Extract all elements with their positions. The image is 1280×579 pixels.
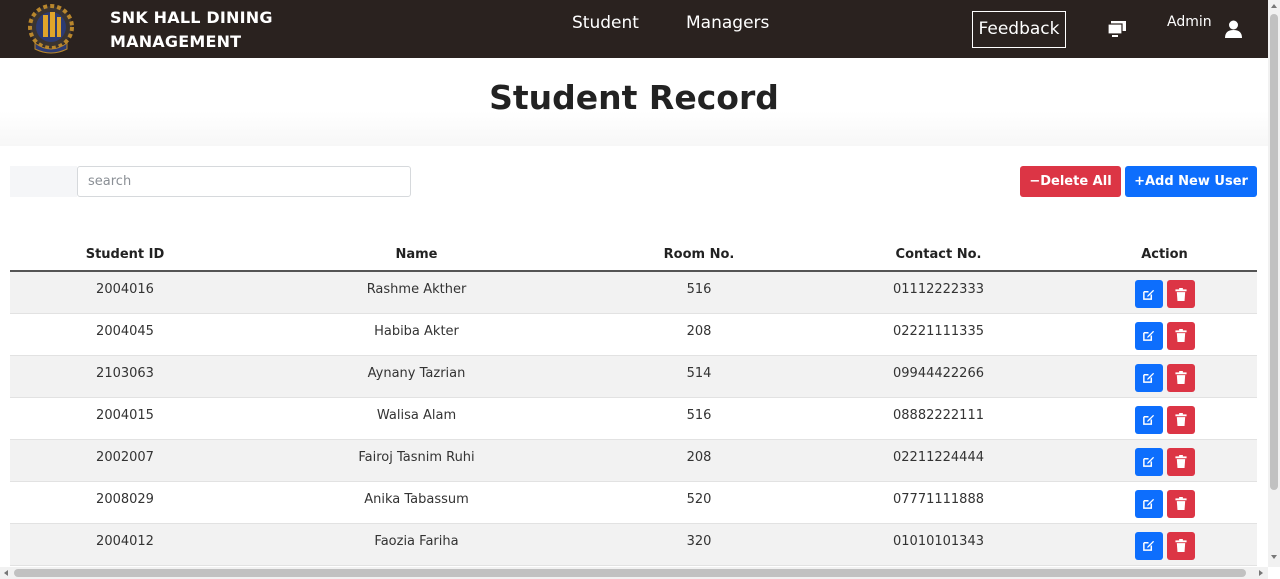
scroll-right-arrow-icon[interactable] bbox=[1259, 570, 1263, 576]
horizontal-scrollbar[interactable] bbox=[0, 567, 1268, 579]
table-row: 2004015 Walisa Alam 516 08882222111 bbox=[10, 397, 1257, 440]
cell-student-id: 2004045 bbox=[10, 313, 240, 356]
cell-action bbox=[1072, 271, 1257, 314]
cell-name: Aynany Tazrian bbox=[240, 355, 593, 398]
cell-student-id: 2004012 bbox=[10, 523, 240, 566]
page-heading-band: Student Record bbox=[0, 58, 1268, 146]
add-new-user-label: Add New User bbox=[1144, 174, 1248, 189]
delete-all-label: Delete All bbox=[1040, 174, 1112, 189]
header-name: Name bbox=[240, 238, 593, 272]
table-header-row: Student ID Name Room No. Contact No. Act… bbox=[10, 238, 1257, 272]
cell-name: Habiba Akter bbox=[240, 313, 593, 356]
cell-contact-no: 02211224444 bbox=[805, 439, 1072, 482]
cell-contact-no: 07771111888 bbox=[805, 481, 1072, 524]
scroll-down-arrow-icon[interactable] bbox=[1271, 555, 1277, 559]
vertical-scroll-thumb[interactable] bbox=[1270, 14, 1278, 490]
hall-logo[interactable] bbox=[27, 3, 75, 55]
cell-room-no: 516 bbox=[593, 397, 805, 440]
edit-icon[interactable] bbox=[1134, 321, 1163, 350]
edit-icon[interactable] bbox=[1134, 447, 1163, 476]
brand-line-2: MANAGEMENT bbox=[110, 32, 242, 51]
trash-icon[interactable] bbox=[1166, 447, 1195, 476]
cell-student-id: 2004016 bbox=[10, 271, 240, 314]
plus-icon: + bbox=[1134, 174, 1145, 189]
brand-line-1: SNK HALL DINING bbox=[110, 8, 273, 27]
cell-action bbox=[1072, 313, 1257, 356]
table-row: 2004016 Rashme Akther 516 01112222333 bbox=[10, 271, 1257, 314]
cell-action bbox=[1072, 355, 1257, 398]
cell-room-no: 516 bbox=[593, 271, 805, 314]
minus-icon: − bbox=[1029, 174, 1041, 189]
page-title: Student Record bbox=[489, 78, 779, 117]
admin-label[interactable]: Admin bbox=[1167, 13, 1212, 31]
horizontal-scroll-thumb[interactable] bbox=[14, 569, 1246, 577]
table-row: 2103063 Aynany Tazrian 514 09944422266 bbox=[10, 355, 1257, 398]
table-body: 2004016 Rashme Akther 516 01112222333 200404… bbox=[10, 271, 1257, 566]
cell-room-no: 320 bbox=[593, 523, 805, 566]
cell-action bbox=[1072, 481, 1257, 524]
cell-contact-no: 08882222111 bbox=[805, 397, 1072, 440]
monitor-icon[interactable] bbox=[1108, 21, 1126, 37]
trash-icon[interactable] bbox=[1166, 489, 1195, 518]
delete-all-button[interactable]: −Delete All bbox=[1020, 166, 1121, 197]
feedback-button[interactable]: Feedback bbox=[972, 11, 1066, 48]
cell-contact-no: 02221111335 bbox=[805, 313, 1072, 356]
edit-icon[interactable] bbox=[1134, 280, 1163, 308]
cell-student-id: 2004015 bbox=[10, 397, 240, 440]
cell-contact-no: 01010101343 bbox=[805, 523, 1072, 566]
edit-icon[interactable] bbox=[1134, 489, 1163, 518]
table-row: 2004012 Faozia Fariha 320 01010101343 bbox=[10, 523, 1257, 566]
cell-student-id: 2103063 bbox=[10, 355, 240, 398]
cell-contact-no: 01112222333 bbox=[805, 271, 1072, 314]
cell-name: Walisa Alam bbox=[240, 397, 593, 440]
nav-link-student[interactable]: Student bbox=[572, 12, 639, 34]
trash-icon[interactable] bbox=[1166, 321, 1195, 350]
cell-name: Anika Tabassum bbox=[240, 481, 593, 524]
cell-action bbox=[1072, 523, 1257, 566]
cell-room-no: 514 bbox=[593, 355, 805, 398]
table-row: 2008029 Anika Tabassum 520 07771111888 bbox=[10, 481, 1257, 524]
cell-room-no: 208 bbox=[593, 439, 805, 482]
vertical-scrollbar[interactable] bbox=[1268, 0, 1280, 567]
cell-name: Rashme Akther bbox=[240, 271, 593, 314]
nav-link-managers[interactable]: Managers bbox=[686, 12, 769, 34]
student-table: Student ID Name Room No. Contact No. Act… bbox=[10, 238, 1257, 566]
cell-contact-no: 09944422266 bbox=[805, 355, 1072, 398]
header-action: Action bbox=[1072, 238, 1257, 272]
trash-icon[interactable] bbox=[1166, 531, 1195, 560]
brand-title[interactable]: SNK HALL DINING MANAGEMENT bbox=[110, 6, 273, 54]
cell-room-no: 208 bbox=[593, 313, 805, 356]
edit-icon[interactable] bbox=[1134, 363, 1163, 392]
search-label-area bbox=[10, 166, 77, 197]
trash-icon[interactable] bbox=[1166, 363, 1195, 392]
cell-action bbox=[1072, 439, 1257, 482]
scroll-left-arrow-icon[interactable] bbox=[4, 570, 8, 576]
cell-name: Faozia Fariha bbox=[240, 523, 593, 566]
cell-room-no: 520 bbox=[593, 481, 805, 524]
edit-icon[interactable] bbox=[1134, 531, 1163, 560]
add-new-user-button[interactable]: +Add New User bbox=[1125, 166, 1257, 197]
header-student-id: Student ID bbox=[10, 238, 240, 272]
top-navbar: SNK HALL DINING MANAGEMENT Student Manag… bbox=[0, 0, 1268, 58]
cell-action bbox=[1072, 397, 1257, 440]
edit-icon[interactable] bbox=[1134, 405, 1163, 434]
user-icon[interactable] bbox=[1225, 20, 1242, 38]
trash-icon[interactable] bbox=[1166, 405, 1195, 434]
search-input[interactable] bbox=[77, 166, 411, 197]
cell-student-id: 2008029 bbox=[10, 481, 240, 524]
scroll-up-arrow-icon[interactable] bbox=[1271, 4, 1277, 8]
header-contact-no: Contact No. bbox=[805, 238, 1072, 272]
trash-icon[interactable] bbox=[1166, 280, 1195, 308]
header-room-no: Room No. bbox=[593, 238, 805, 272]
table-row: 2002007 Fairoj Tasnim Ruhi 208 02211224444 bbox=[10, 439, 1257, 482]
cell-student-id: 2002007 bbox=[10, 439, 240, 482]
table-row: 2004045 Habiba Akter 208 02221111335 bbox=[10, 313, 1257, 356]
cell-name: Fairoj Tasnim Ruhi bbox=[240, 439, 593, 482]
